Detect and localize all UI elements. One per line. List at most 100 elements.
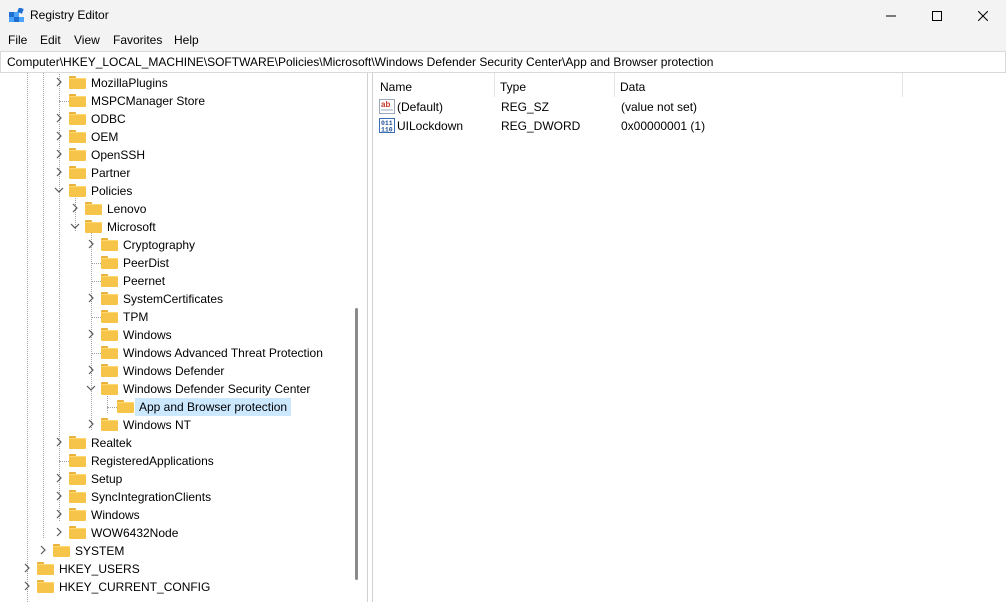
chevron-right-icon[interactable] (38, 544, 48, 556)
value-name: (Default) (397, 100, 444, 114)
value-data: 0x00000001 (1) (621, 119, 706, 133)
title-bar: Registry Editor (0, 0, 1006, 31)
menu-help[interactable]: Help (174, 33, 199, 47)
tree-item[interactable]: TPM (0, 308, 350, 326)
tree-guide-line (91, 353, 101, 354)
value-row[interactable]: ab (Default) REG_SZ (value not set) (373, 97, 1006, 116)
chevron-right-icon[interactable] (86, 364, 96, 376)
column-header-name[interactable]: Name (373, 73, 494, 97)
chevron-right-icon[interactable] (22, 580, 32, 592)
tree-item[interactable]: Setup (0, 470, 350, 488)
tree-item[interactable]: MozillaPlugins (0, 74, 350, 92)
column-header-data[interactable]: Data (615, 73, 902, 97)
tree-item-label: Windows (91, 508, 140, 522)
tree-item[interactable]: SyncIntegrationClients (0, 488, 350, 506)
chevron-right-icon[interactable] (70, 202, 80, 214)
tree-item-label: SYSTEM (75, 544, 125, 558)
tree-item-label: Peernet (123, 274, 166, 288)
tree-item[interactable]: MSPCManager Store (0, 92, 350, 110)
chevron-down-icon[interactable] (86, 382, 96, 394)
tree-item[interactable]: SYSTEM (0, 542, 350, 560)
folder-icon (37, 580, 54, 593)
chevron-right-icon[interactable] (54, 472, 64, 484)
tree-item[interactable]: Peernet (0, 272, 350, 290)
menu-edit[interactable]: Edit (40, 33, 61, 47)
chevron-right-icon[interactable] (54, 148, 64, 160)
key-tree-pane[interactable]: MozillaPlugins MSPCManager Store ODBC OEM Op… (0, 73, 368, 602)
tree-item[interactable]: Windows Advanced Threat Protection (0, 344, 350, 362)
chevron-right-icon[interactable] (54, 490, 64, 502)
chevron-right-icon[interactable] (22, 562, 32, 574)
folder-icon (101, 256, 118, 269)
column-name-label: Name (380, 80, 413, 94)
chevron-right-icon[interactable] (54, 508, 64, 520)
tree-item-label: Windows Defender (123, 364, 225, 378)
chevron-right-icon[interactable] (54, 130, 64, 142)
tree-item[interactable]: Cryptography (0, 236, 350, 254)
chevron-right-icon[interactable] (86, 418, 96, 430)
tree-item[interactable]: OpenSSH (0, 146, 350, 164)
tree-item-label: Cryptography (123, 238, 196, 252)
tree-item-label: RegisteredApplications (91, 454, 214, 468)
chevron-right-icon[interactable] (86, 292, 96, 304)
tree-item-label: Setup (91, 472, 123, 486)
column-header-type[interactable]: Type (495, 73, 614, 97)
tree-item[interactable]: Lenovo (0, 200, 350, 218)
chevron-right-icon[interactable] (54, 436, 64, 448)
tree-item[interactable]: HKEY_USERS (0, 560, 350, 578)
address-bar[interactable]: Computer\HKEY_LOCAL_MACHINE\SOFTWARE\Pol… (0, 51, 1006, 73)
folder-icon (69, 436, 86, 449)
tree-item[interactable]: Windows Defender (0, 362, 350, 380)
tree-item[interactable]: RegisteredApplications (0, 452, 350, 470)
tree-item[interactable]: Policies (0, 182, 350, 200)
tree-guide-line (91, 317, 101, 318)
tree-item[interactable]: ODBC (0, 110, 350, 128)
tree-item[interactable]: WOW6432Node (0, 524, 350, 542)
tree-item[interactable]: SystemCertificates (0, 290, 350, 308)
chevron-right-icon[interactable] (54, 112, 64, 124)
tree-item[interactable]: Windows Defender Security Center (0, 380, 350, 398)
tree-item[interactable]: App and Browser protection (0, 398, 350, 416)
chevron-right-icon[interactable] (86, 328, 96, 340)
minimize-button[interactable] (868, 0, 914, 31)
address-path[interactable]: Computer\HKEY_LOCAL_MACHINE\SOFTWARE\Pol… (7, 55, 713, 69)
tree-guide-line (59, 101, 69, 102)
tree-scrollbar-thumb[interactable] (355, 308, 358, 580)
tree-guide-line (91, 263, 101, 264)
tree-item-label: PeerDist (123, 256, 170, 270)
folder-icon (101, 328, 118, 341)
tree-item[interactable]: Windows (0, 326, 350, 344)
tree-item[interactable]: PeerDist (0, 254, 350, 272)
folder-icon (69, 76, 86, 89)
folder-icon (69, 112, 86, 125)
chevron-right-icon[interactable] (54, 166, 64, 178)
tree-item-label: Realtek (91, 436, 132, 450)
binary-value-icon: 011 110 (379, 118, 395, 133)
tree-item[interactable]: Microsoft (0, 218, 350, 236)
values-list-pane[interactable]: Name Type Data ab (Default) REG_SZ (valu… (372, 73, 1006, 602)
column-separator[interactable] (902, 73, 903, 97)
folder-icon (69, 508, 86, 521)
value-row[interactable]: 011 110 UILockdown REG_DWORD 0x00000001 … (373, 116, 1006, 135)
tree-item[interactable]: Realtek (0, 434, 350, 452)
maximize-button[interactable] (914, 0, 960, 31)
chevron-right-icon[interactable] (54, 526, 64, 538)
menu-file[interactable]: File (8, 33, 27, 47)
tree-item-label: ODBC (91, 112, 126, 126)
tree-item[interactable]: Windows NT (0, 416, 350, 434)
chevron-right-icon[interactable] (86, 238, 96, 250)
folder-icon (85, 202, 102, 215)
tree-item[interactable]: Windows (0, 506, 350, 524)
chevron-down-icon[interactable] (70, 220, 80, 232)
tree-item[interactable]: HKEY_CURRENT_CONFIG (0, 578, 350, 596)
column-data-label: Data (620, 80, 646, 94)
menu-view[interactable]: View (74, 33, 100, 47)
close-button[interactable] (960, 0, 1006, 31)
tree-item[interactable]: Partner (0, 164, 350, 182)
chevron-right-icon[interactable] (54, 76, 64, 88)
tree-item-label: Lenovo (107, 202, 147, 216)
chevron-down-icon[interactable] (54, 184, 64, 196)
menu-favorites[interactable]: Favorites (113, 33, 162, 47)
tree-item-label: Windows Advanced Threat Protection (123, 346, 323, 360)
tree-item[interactable]: OEM (0, 128, 350, 146)
